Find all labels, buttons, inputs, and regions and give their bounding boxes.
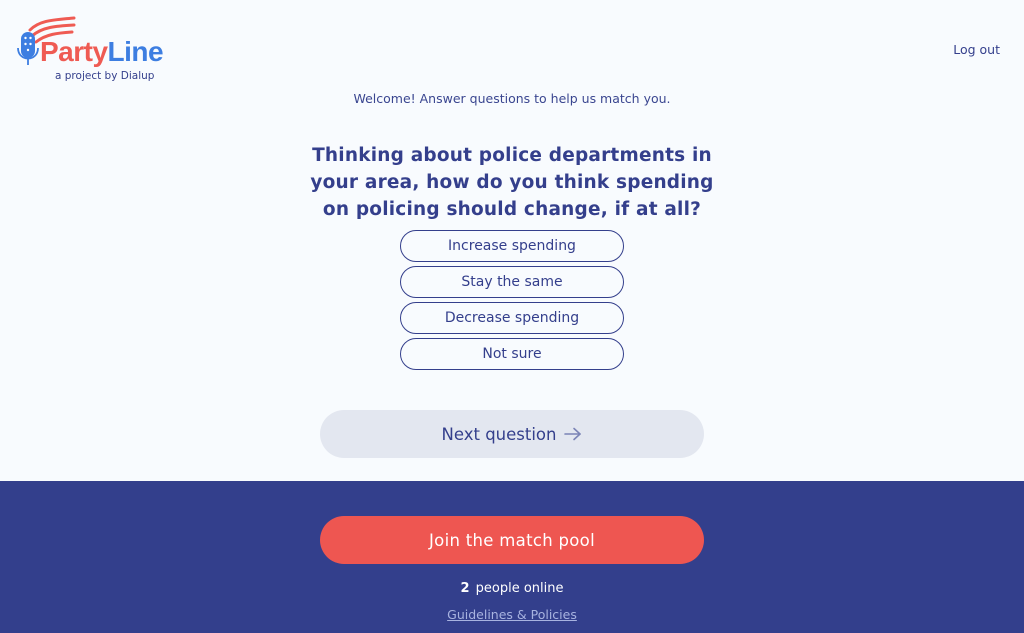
logo-tagline: a project by Dialup — [55, 70, 155, 82]
option-increase-spending[interactable]: Increase spending — [400, 230, 624, 262]
arrow-right-icon — [564, 427, 582, 441]
online-status: 2 people online — [0, 581, 1024, 596]
next-question-label: Next question — [441, 424, 557, 444]
question-text: Thinking about police departments in you… — [310, 145, 714, 220]
logout-link[interactable]: Log out — [953, 42, 1000, 57]
online-count: 2 — [460, 581, 470, 596]
header: PartyLine a project by Dialup Log out — [0, 0, 1024, 90]
online-label: people online — [475, 581, 564, 596]
logo-word-party: Party — [40, 36, 108, 67]
logo-word-line: Line — [107, 36, 164, 67]
partyline-logo[interactable]: PartyLine a project by Dialup — [16, 16, 176, 84]
guidelines-link[interactable]: Guidelines & Policies — [0, 607, 1024, 622]
join-match-pool-button[interactable]: Join the match pool — [320, 516, 704, 564]
option-decrease-spending[interactable]: Decrease spending — [400, 302, 624, 334]
footer: Join the match pool 2 people online Guid… — [0, 481, 1024, 633]
next-question-button[interactable]: Next question — [320, 410, 704, 458]
logo-wordmark: PartyLine — [40, 36, 164, 67]
option-not-sure[interactable]: Not sure — [400, 338, 624, 370]
welcome-text: Welcome! Answer questions to help us mat… — [353, 91, 671, 106]
answer-options: Increase spending Stay the same Decrease… — [400, 230, 624, 374]
option-stay-the-same[interactable]: Stay the same — [400, 266, 624, 298]
